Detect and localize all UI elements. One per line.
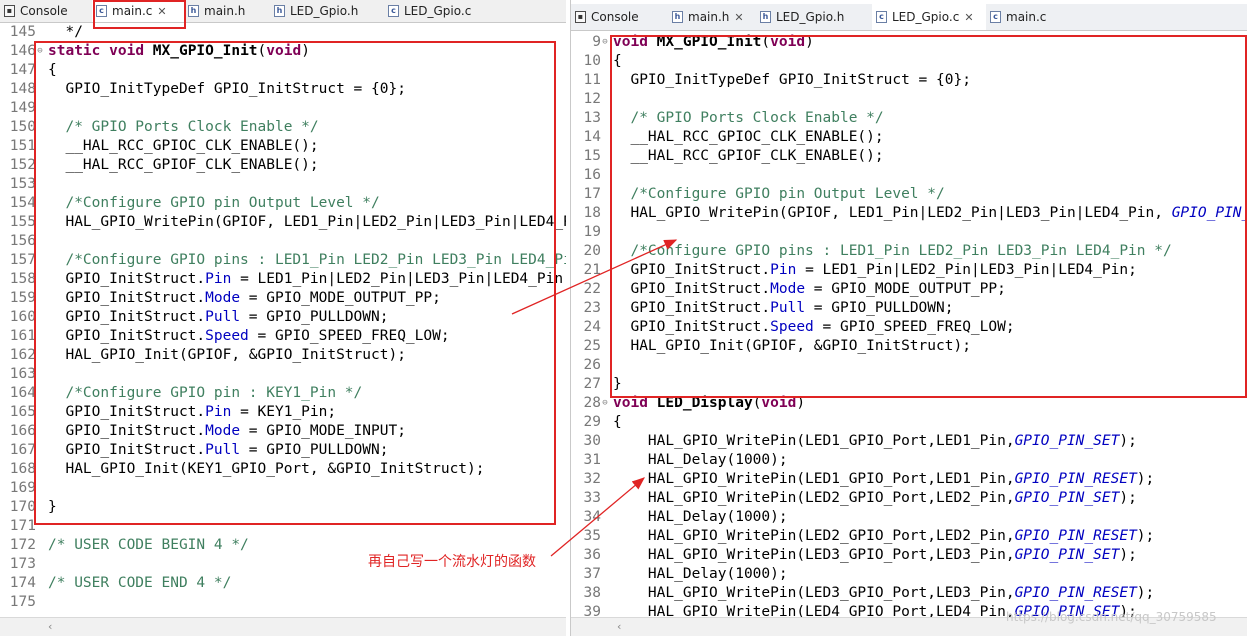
watermark: https://blog.csdn.net/qq_30759585 [1006, 610, 1217, 624]
annotation-text: 再自己写一个流水灯的函数 [368, 554, 536, 570]
arrow-to-right-function [511, 239, 678, 315]
annotation-arrows [511, 239, 678, 557]
arrow-to-led-display [550, 477, 645, 557]
